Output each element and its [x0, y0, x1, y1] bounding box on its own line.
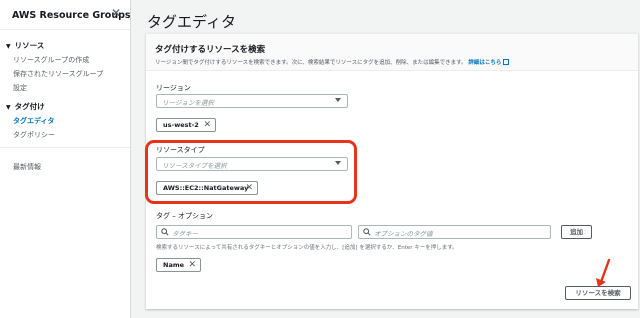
tag-key-input[interactable]: タグキー — [156, 225, 352, 239]
sidebar-divider — [0, 147, 130, 148]
tags-label: タグ – オプション — [156, 212, 213, 220]
tag-token-label: Name — [163, 261, 185, 269]
page-title: タグエディタ — [147, 13, 236, 31]
region-token-label: us-west-2 — [163, 121, 199, 129]
region-placeholder: リージョンを選択 — [162, 99, 214, 107]
remove-icon[interactable]: ✕ — [188, 260, 196, 270]
sidebar-section-label: リソース — [14, 41, 45, 50]
region-select[interactable]: リージョンを選択 — [156, 94, 348, 108]
arrow-annotation-icon — [596, 258, 611, 287]
tags-hint: 検索するリソースによって共有されるタグキーとオプションの値を入力し、[追加] を… — [156, 245, 458, 251]
learn-more-link[interactable]: 詳細はこちら — [468, 60, 501, 66]
panel-header: タグ付けするリソースを検索 リージョン間でタグ付けするリソースを検索できます。次… — [146, 34, 638, 71]
sidebar-item-tag-editor[interactable]: タグエディタ — [13, 116, 55, 126]
close-icon[interactable]: ✕ — [111, 7, 121, 19]
caret-down-icon — [335, 98, 341, 102]
caret-down-icon: ▼ — [6, 43, 11, 50]
highlight-annotation — [145, 140, 357, 204]
sidebar-section-tagging[interactable]: ▼ タグ付け — [6, 101, 45, 112]
panel-title: タグ付けするリソースを検索 — [155, 45, 266, 55]
remove-icon[interactable]: ✕ — [203, 120, 211, 130]
caret-down-icon: ▼ — [6, 104, 11, 111]
external-link-icon — [503, 59, 510, 65]
panel-description: リージョン間でタグ付けするリソースを検索できます。次に、検索結果でリソースにタグ… — [155, 58, 510, 66]
sidebar: AWS Resource Groups ✕ ▼ リソース リソースグループの作成 … — [0, 0, 131, 318]
sidebar-item-tag-policies[interactable]: タグポリシー — [13, 130, 55, 140]
sidebar-item-saved-groups[interactable]: 保存されたリソースグループ — [13, 69, 103, 79]
tag-key-placeholder: タグキー — [172, 230, 198, 238]
sidebar-item-whats-new[interactable]: 最新情報 — [13, 162, 41, 172]
panel-description-text: リージョン間でタグ付けするリソースを検索できます。次に、検索結果でリソースにタグ… — [155, 60, 467, 66]
sidebar-section-resources[interactable]: ▼ リソース — [6, 40, 44, 51]
search-icon — [363, 228, 371, 236]
tag-value-input[interactable]: オプションのタグ値 — [358, 225, 551, 239]
search-resources-button[interactable]: リソースを検索 — [565, 286, 631, 300]
tag-value-placeholder: オプションのタグ値 — [374, 230, 433, 238]
sidebar-section-label: タグ付け — [14, 102, 45, 111]
sidebar-divider — [0, 29, 130, 30]
sidebar-item-settings[interactable]: 設定 — [13, 83, 27, 93]
tag-token: Name ✕ — [156, 258, 201, 272]
add-tag-button[interactable]: 追加 — [561, 225, 592, 239]
search-icon — [161, 228, 169, 236]
sidebar-item-create-group[interactable]: リソースグループの作成 — [13, 55, 89, 65]
region-token: us-west-2 ✕ — [156, 118, 216, 132]
region-label: リージョン — [156, 84, 191, 92]
